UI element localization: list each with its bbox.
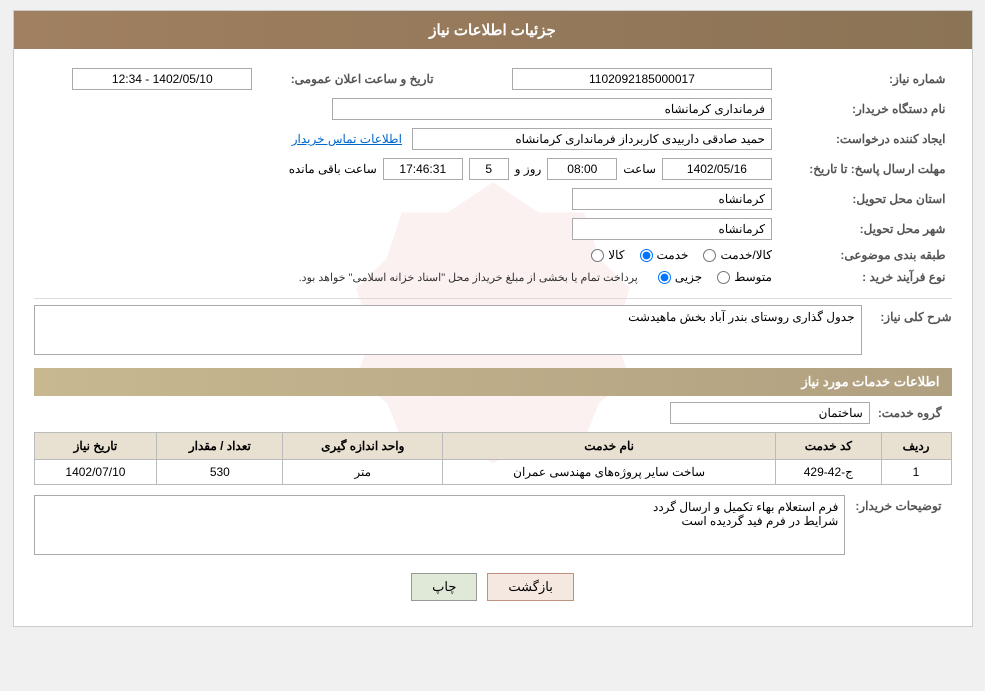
cell-row-num: 1 [881,460,951,485]
buyer-org-label: نام دستگاه خریدار: [778,94,952,124]
cell-service-name: ساخت سایر پروژه‌های مهندسی عمران [443,460,776,485]
need-number-label: شماره نیاز: [778,64,952,94]
need-description-textarea[interactable] [34,305,862,355]
cell-service-code: ج-42-429 [776,460,881,485]
province-label: استان محل تحویل: [778,184,952,214]
deadline-remaining-input[interactable] [383,158,463,180]
deadline-label: مهلت ارسال پاسخ: تا تاریخ: [778,154,952,184]
services-section-title: اطلاعات خدمات مورد نیاز [34,368,952,396]
buyer-notes-label: توضیحات خریدار: [855,495,951,513]
cell-need-date: 1402/07/10 [34,460,157,485]
group-label: گروه خدمت: [878,406,952,420]
buyer-notes-textarea[interactable] [34,495,846,555]
purchase-type-note: پرداخت تمام یا بخشی از مبلغ خریداز محل "… [299,271,638,284]
purchase-type-label: نوع فرآیند خرید : [778,266,952,288]
city-input[interactable] [572,218,772,240]
deadline-remaining-label: ساعت باقی مانده [289,162,377,176]
back-button[interactable]: بازگشت [487,573,573,601]
col-header-need-date: تاریخ نیاز [34,433,157,460]
print-button[interactable]: چاپ [411,573,477,601]
col-header-row-num: ردیف [881,433,951,460]
purchase-type-jozii-label: جزیی [675,270,702,284]
col-header-unit: واحد اندازه گیری [283,433,443,460]
table-row: 1 ج-42-429 ساخت سایر پروژه‌های مهندسی عم… [34,460,951,485]
purchase-type-jozii-radio[interactable] [658,271,671,284]
category-kala-radio[interactable] [591,249,604,262]
need-number-input[interactable] [512,68,772,90]
col-header-quantity: تعداد / مقدار [157,433,283,460]
page-title: جزئیات اطلاعات نیاز [14,11,972,49]
creator-input[interactable] [412,128,772,150]
category-kala-label: کالا [608,248,624,262]
creator-label: ایجاد کننده درخواست: [778,124,952,154]
col-header-service-code: کد خدمت [776,433,881,460]
city-label: شهر محل تحویل: [778,214,952,244]
category-label: طبقه بندی موضوعی: [778,244,952,266]
purchase-type-motavasset-label: متوسط [734,270,772,284]
deadline-days-label: روز و [515,162,542,176]
announce-datetime-label: تاریخ و ساعت اعلان عمومی: [258,64,439,94]
deadline-time-input[interactable] [547,158,617,180]
purchase-type-motavasset-radio[interactable] [717,271,730,284]
province-input[interactable] [572,188,772,210]
contact-info-link[interactable]: اطلاعات تماس خریدار [292,132,402,146]
category-kala-khadamat-radio[interactable] [703,249,716,262]
deadline-days-input[interactable] [469,158,509,180]
category-kala-khadamat-label: کالا/خدمت [720,248,771,262]
col-header-service-name: نام خدمت [443,433,776,460]
cell-unit: متر [283,460,443,485]
group-value-input[interactable] [670,402,870,424]
deadline-date-input[interactable] [662,158,772,180]
need-description-label: شرح کلی نیاز: [872,305,952,324]
buyer-org-input[interactable] [332,98,772,120]
cell-quantity: 530 [157,460,283,485]
announce-datetime-input[interactable] [72,68,252,90]
category-khadamat-radio[interactable] [640,249,653,262]
category-khadamat-label: خدمت [657,248,689,262]
deadline-time-label: ساعت [623,162,656,176]
